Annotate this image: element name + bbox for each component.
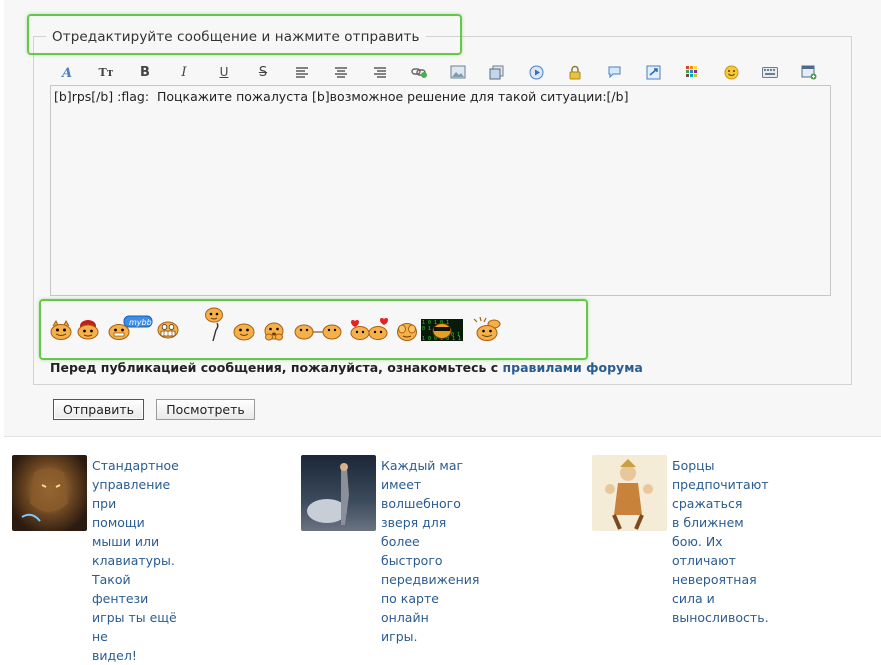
smiley-hands-icon[interactable]: [263, 320, 285, 346]
quote-bubble-icon[interactable]: [603, 61, 625, 83]
font-size-icon[interactable]: Tт: [95, 61, 117, 83]
copy-icon[interactable]: [486, 61, 508, 83]
hide-lock-icon[interactable]: [564, 61, 586, 83]
smiley-matrix-icon[interactable]: 1 0 1 0 10 1 1 01 0 11 0 0 1 0 1 1: [421, 319, 463, 345]
ads-strip: Стандартное управление при помощи мыши ил…: [0, 449, 881, 663]
preview-button[interactable]: Посмотреть: [156, 399, 255, 420]
form-legend: Отредактируйте сообщение и нажмите отпра…: [46, 29, 426, 45]
image-icon[interactable]: [447, 61, 469, 83]
ad-text-2[interactable]: Каждый маг имеет волшебного зверя для бол…: [381, 456, 479, 646]
align-left-icon[interactable]: [291, 61, 313, 83]
rules-notice: Перед публикацией сообщения, пожалуйста,…: [50, 360, 643, 375]
ad-image-1[interactable]: [12, 455, 87, 531]
rules-prefix: Перед публикацией сообщения, пожалуйста,…: [50, 360, 503, 375]
italic-icon[interactable]: I: [173, 61, 195, 83]
smiley-plain-icon[interactable]: [233, 321, 255, 345]
smiley-mybb-icon[interactable]: mybb: [108, 315, 154, 345]
keyboard-icon[interactable]: [759, 61, 781, 83]
spoiler-icon[interactable]: [642, 61, 664, 83]
svg-text:mybb: mybb: [129, 318, 152, 327]
rules-link[interactable]: правилами форума: [503, 360, 643, 375]
align-right-icon[interactable]: [369, 61, 391, 83]
ad-image-3[interactable]: [592, 455, 667, 531]
smiley-cane-icon[interactable]: [203, 306, 225, 346]
smiley-hat-icon[interactable]: [77, 318, 99, 344]
smiley-hide-icon[interactable]: [396, 320, 418, 346]
link-icon[interactable]: [408, 61, 430, 83]
smiley-wave-icon[interactable]: [472, 316, 502, 346]
ad-image-2[interactable]: [301, 455, 376, 531]
smiley-pair-icon[interactable]: [294, 322, 342, 344]
video-icon[interactable]: [525, 61, 547, 83]
ad-text-3[interactable]: Борцы предпочитают сражаться в ближнем бо…: [672, 456, 769, 627]
svg-text:A: A: [60, 66, 72, 79]
strikethrough-icon[interactable]: S: [252, 61, 274, 83]
message-textarea[interactable]: [b]rps[/b] :flag: Поцкажите пожалуста [b…: [50, 85, 831, 296]
smiley-horns-icon[interactable]: [50, 319, 72, 344]
underline-icon[interactable]: U: [213, 61, 235, 83]
submit-button[interactable]: Отправить: [53, 399, 144, 420]
ad-text-1[interactable]: Стандартное управление при помощи мыши ил…: [92, 456, 179, 665]
font-icon[interactable]: A: [56, 61, 78, 83]
align-center-icon[interactable]: [330, 61, 352, 83]
bold-icon[interactable]: B: [134, 61, 156, 83]
smiley-grin-icon[interactable]: [157, 318, 179, 344]
color-palette-icon[interactable]: [681, 61, 703, 83]
smiley-love-icon[interactable]: [348, 318, 392, 344]
add-table-icon[interactable]: [798, 61, 820, 83]
smiley-icon[interactable]: [720, 61, 742, 83]
